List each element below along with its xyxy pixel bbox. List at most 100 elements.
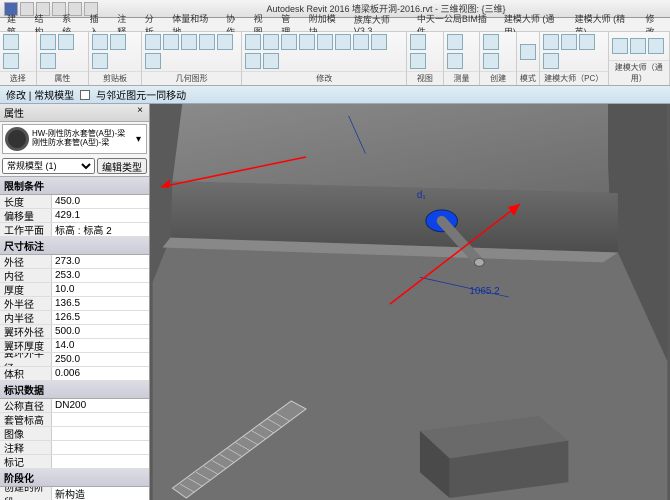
ribbon-panel-label: 剪贴板 <box>89 71 141 85</box>
prop-row[interactable]: 内径253.0 <box>0 269 149 283</box>
ribbon-panel-label: 测量 <box>444 71 480 85</box>
ribbon-icon[interactable] <box>217 34 233 50</box>
prop-row[interactable]: 内半径126.5 <box>0 311 149 325</box>
ribbon-panel-建模大师（PC）: 建模大师（PC） <box>540 32 609 85</box>
prop-value[interactable]: DN200 <box>52 399 149 412</box>
ribbon-icon[interactable] <box>410 53 426 69</box>
prop-row[interactable]: 翼环外径500.0 <box>0 325 149 339</box>
ribbon-icon[interactable] <box>263 34 279 50</box>
prop-row[interactable]: 外径273.0 <box>0 255 149 269</box>
prop-row[interactable]: 外半径136.5 <box>0 297 149 311</box>
ribbon-icon[interactable] <box>92 53 108 69</box>
prop-group-尺寸标注[interactable]: 尺寸标注 <box>0 237 149 255</box>
options-context-label: 修改 | 常规模型 <box>6 87 74 102</box>
prop-row[interactable]: 注释 <box>0 441 149 455</box>
close-icon[interactable]: × <box>135 105 145 120</box>
ribbon-panel-label: 视图 <box>407 71 443 85</box>
prop-row[interactable]: 创建的阶段新构造 <box>0 487 149 500</box>
prop-value[interactable] <box>52 413 149 426</box>
3d-viewport[interactable]: d₁ 1065.2 <box>150 104 670 500</box>
ribbon-icon[interactable] <box>145 34 161 50</box>
prop-row[interactable]: 标记 <box>0 455 149 469</box>
prop-value[interactable]: 新构造 <box>52 487 149 500</box>
ribbon-icon[interactable] <box>110 34 126 50</box>
prop-group-限制条件[interactable]: 限制条件 <box>0 177 149 195</box>
prop-value[interactable]: 429.1 <box>52 209 149 222</box>
ribbon-icon[interactable] <box>40 34 56 50</box>
ribbon-icon[interactable] <box>447 53 463 69</box>
ribbon-icon[interactable] <box>579 34 595 50</box>
prop-value[interactable]: 14.0 <box>52 339 149 352</box>
prop-row[interactable]: 长度450.0 <box>0 195 149 209</box>
ribbon-icon[interactable] <box>410 34 426 50</box>
ribbon-icon[interactable] <box>335 34 351 50</box>
prop-row[interactable]: 翼环厚度14.0 <box>0 339 149 353</box>
ribbon-icon[interactable] <box>483 53 499 69</box>
prop-key: 创建的阶段 <box>0 487 52 500</box>
ribbon-icon[interactable] <box>3 53 19 69</box>
properties-palette: 属性 × HW-刚性防水套管(A型)-梁 刚性防水套管(A型)-梁 ▾ 常规模型… <box>0 104 150 500</box>
ribbon-panel-label: 建模大师（PC） <box>540 71 608 85</box>
prop-row[interactable]: 工作平面标高 : 标高 2 <box>0 223 149 237</box>
ribbon-icon[interactable] <box>543 53 559 69</box>
ribbon-icon[interactable] <box>561 34 577 50</box>
prop-value[interactable]: 136.5 <box>52 297 149 310</box>
prop-group-标识数据[interactable]: 标识数据 <box>0 381 149 399</box>
prop-group-阶段化[interactable]: 阶段化 <box>0 469 149 487</box>
ribbon-icon[interactable] <box>371 34 387 50</box>
ribbon-icon[interactable] <box>447 34 463 50</box>
prop-value[interactable]: 标高 : 标高 2 <box>52 223 149 236</box>
ribbon-icon[interactable] <box>299 34 315 50</box>
prop-value[interactable]: 0.006 <box>52 367 149 380</box>
edit-type-button[interactable]: 编辑类型 <box>97 158 147 174</box>
prop-value[interactable]: 253.0 <box>52 269 149 282</box>
type-selector[interactable]: HW-刚性防水套管(A型)-梁 刚性防水套管(A型)-梁 ▾ <box>2 124 147 154</box>
prop-key: 标记 <box>0 455 52 468</box>
ribbon-icon[interactable] <box>543 34 559 50</box>
ribbon-icon[interactable] <box>612 38 628 54</box>
ribbon-icon[interactable] <box>483 34 499 50</box>
property-grid: 限制条件长度450.0偏移量429.1工作平面标高 : 标高 2尺寸标注外径27… <box>0 176 149 500</box>
ribbon-panel-创建: 创建 <box>480 32 517 85</box>
chevron-down-icon[interactable]: ▾ <box>136 134 144 145</box>
ribbon-icon[interactable] <box>145 53 161 69</box>
ribbon-icon[interactable] <box>3 34 19 50</box>
prop-value[interactable] <box>52 441 149 454</box>
ribbon-icon[interactable] <box>245 53 261 69</box>
ribbon-icon[interactable] <box>353 34 369 50</box>
prop-value[interactable]: 450.0 <box>52 195 149 208</box>
prop-value[interactable] <box>52 455 149 468</box>
prop-row[interactable]: 厚度10.0 <box>0 283 149 297</box>
prop-value[interactable]: 126.5 <box>52 311 149 324</box>
ribbon-icon[interactable] <box>92 34 108 50</box>
prop-row[interactable]: 套管标高 <box>0 413 149 427</box>
ribbon-icon[interactable] <box>263 53 279 69</box>
prop-value[interactable]: 273.0 <box>52 255 149 268</box>
ribbon-icon[interactable] <box>199 34 215 50</box>
prop-value[interactable]: 250.0 <box>52 353 149 366</box>
ribbon-icon[interactable] <box>281 34 297 50</box>
prop-row[interactable]: 体积0.006 <box>0 367 149 381</box>
ribbon-icon[interactable] <box>317 34 333 50</box>
prop-row[interactable]: 图像 <box>0 427 149 441</box>
ribbon-icon[interactable] <box>648 38 664 54</box>
ribbon-icon[interactable] <box>245 34 261 50</box>
ribbon-icon[interactable] <box>40 53 56 69</box>
prop-value[interactable]: 10.0 <box>52 283 149 296</box>
prop-row[interactable]: 翼环外半径250.0 <box>0 353 149 367</box>
prop-value[interactable] <box>52 427 149 440</box>
ribbon-icon[interactable] <box>181 34 197 50</box>
instance-filter-select[interactable]: 常规模型 (1) <box>2 158 95 174</box>
prop-row[interactable]: 偏移量429.1 <box>0 209 149 223</box>
prop-value[interactable]: 500.0 <box>52 325 149 338</box>
prop-row[interactable]: 公称直径DN200 <box>0 399 149 413</box>
ribbon-icon[interactable] <box>520 44 536 60</box>
ribbon-panel-label: 创建 <box>480 71 516 85</box>
ribbon-icon[interactable] <box>163 34 179 50</box>
move-with-nearby-checkbox[interactable] <box>80 90 90 100</box>
prop-key: 长度 <box>0 195 52 208</box>
ribbon-icon[interactable] <box>630 38 646 54</box>
ribbon-tabs: 建筑结构系统插入注释分析体量和场地协作视图管理附加模块族库大师V3.3中天一公局… <box>0 18 670 32</box>
ribbon-icon[interactable] <box>58 34 74 50</box>
prop-key: 内半径 <box>0 311 52 324</box>
